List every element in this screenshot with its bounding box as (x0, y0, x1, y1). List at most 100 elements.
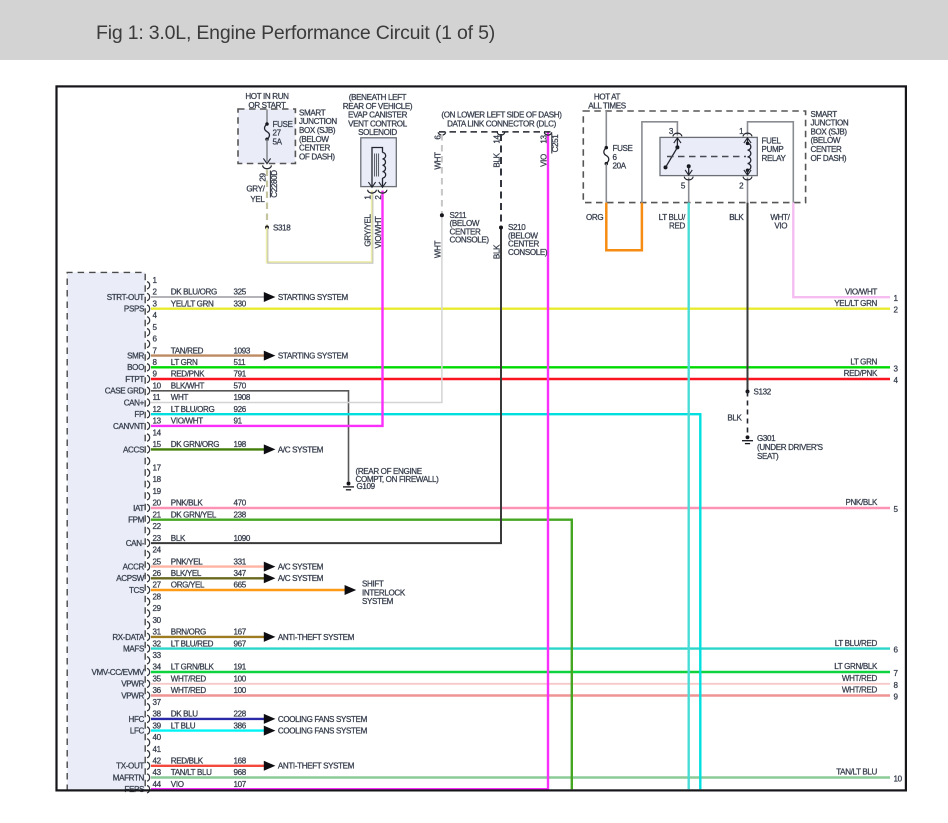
svg-text:EVAP CANISTER: EVAP CANISTER (348, 111, 408, 120)
svg-text:CAN+: CAN+ (124, 398, 145, 407)
svg-text:91: 91 (234, 417, 243, 426)
svg-text:8: 8 (894, 681, 899, 690)
svg-text:PSPS: PSPS (124, 305, 144, 314)
svg-text:VIO: VIO (774, 222, 787, 231)
svg-text:11: 11 (153, 393, 162, 402)
svg-text:SMART: SMART (811, 110, 838, 119)
svg-text:238: 238 (234, 510, 247, 519)
svg-text:27: 27 (273, 129, 282, 138)
svg-text:PUMP: PUMP (762, 145, 784, 154)
svg-text:A/C SYSTEM: A/C SYSTEM (278, 563, 324, 572)
svg-text:22: 22 (153, 522, 162, 531)
svg-text:9: 9 (153, 370, 158, 379)
svg-text:926: 926 (234, 405, 247, 414)
svg-text:G109: G109 (357, 482, 376, 491)
svg-text:331: 331 (234, 557, 247, 566)
svg-text:YEL/LT GRN: YEL/LT GRN (834, 299, 877, 308)
svg-text:C251: C251 (551, 134, 560, 153)
svg-text:WHT/RED: WHT/RED (171, 686, 207, 695)
svg-text:BLK: BLK (493, 244, 502, 259)
svg-text:(UNDER DRIVER'S: (UNDER DRIVER'S (757, 443, 823, 452)
svg-text:967: 967 (234, 639, 247, 648)
svg-text:6: 6 (153, 335, 158, 344)
svg-text:(BELOW: (BELOW (811, 136, 841, 145)
svg-text:2: 2 (894, 306, 899, 315)
svg-text:665: 665 (234, 581, 247, 590)
svg-text:WHT/RED: WHT/RED (842, 686, 878, 695)
svg-text:(ON LOWER LEFT SIDE OF DASH): (ON LOWER LEFT SIDE OF DASH) (441, 110, 562, 119)
svg-text:VIO/WHT: VIO/WHT (171, 417, 203, 426)
svg-text:1090: 1090 (234, 534, 251, 543)
svg-text:BLK/WHT: BLK/WHT (171, 382, 205, 391)
svg-text:LT GRN: LT GRN (850, 358, 877, 367)
svg-text:18: 18 (153, 475, 162, 484)
svg-text:BOX (SJB): BOX (SJB) (811, 127, 848, 136)
svg-text:OR START: OR START (248, 101, 286, 110)
svg-text:41: 41 (153, 745, 162, 754)
svg-text:WHT: WHT (171, 393, 189, 402)
svg-text:168: 168 (234, 757, 247, 766)
svg-text:CANVNT: CANVNT (113, 422, 144, 431)
svg-text:GRY/: GRY/ (246, 184, 265, 193)
svg-text:MAFS: MAFS (123, 645, 144, 654)
svg-text:191: 191 (234, 663, 247, 672)
svg-text:TX-OUT: TX-OUT (116, 762, 144, 771)
svg-text:33: 33 (153, 651, 162, 660)
svg-text:5: 5 (153, 323, 158, 332)
svg-text:VMV-CC/EVMV: VMV-CC/EVMV (92, 668, 145, 677)
svg-text:20A: 20A (613, 162, 627, 171)
svg-text:BOX (SJB): BOX (SJB) (299, 126, 336, 135)
svg-text:OF DASH): OF DASH) (299, 152, 335, 161)
svg-text:ANTI-THEFT SYSTEM: ANTI-THEFT SYSTEM (278, 762, 355, 771)
svg-text:BOO: BOO (127, 363, 144, 372)
svg-text:CONSOLE): CONSOLE) (508, 248, 548, 257)
svg-text:SHIFT: SHIFT (362, 580, 384, 589)
svg-text:ALL TIMES: ALL TIMES (588, 101, 626, 110)
svg-text:VIO/WHT: VIO/WHT (374, 216, 383, 248)
svg-text:44: 44 (153, 780, 162, 789)
svg-text:3: 3 (153, 299, 158, 308)
svg-text:7: 7 (153, 346, 158, 355)
svg-text:PNK/BLK: PNK/BLK (171, 499, 204, 508)
svg-text:BLK/YEL: BLK/YEL (171, 569, 202, 578)
svg-text:25: 25 (153, 557, 162, 566)
svg-text:ORG/YEL: ORG/YEL (171, 581, 205, 590)
svg-text:VIO/WHT: VIO/WHT (845, 287, 877, 296)
svg-text:TCS: TCS (129, 586, 144, 595)
svg-text:WHT: WHT (433, 240, 442, 258)
svg-text:791: 791 (234, 370, 247, 379)
svg-text:JUNCTION: JUNCTION (299, 117, 337, 126)
svg-text:C2280D: C2280D (270, 170, 279, 198)
svg-text:VPWR: VPWR (121, 680, 144, 689)
svg-text:HOT IN RUN: HOT IN RUN (245, 92, 289, 101)
svg-text:RED/PNK: RED/PNK (171, 370, 205, 379)
svg-text:PNK/BLK: PNK/BLK (845, 498, 878, 507)
svg-text:386: 386 (234, 721, 247, 730)
svg-text:SYSTEM: SYSTEM (362, 597, 394, 606)
svg-text:14: 14 (153, 428, 162, 437)
svg-text:LT BLU/ORG: LT BLU/ORG (171, 405, 215, 414)
svg-text:RED/BLK: RED/BLK (171, 757, 204, 766)
svg-text:13: 13 (153, 417, 162, 426)
svg-text:1: 1 (153, 276, 158, 285)
svg-text:107: 107 (234, 780, 247, 789)
svg-text:BLK: BLK (493, 152, 502, 167)
svg-text:CENTER: CENTER (811, 145, 843, 154)
svg-text:27: 27 (153, 581, 162, 590)
svg-text:(BENEATH LEFT: (BENEATH LEFT (349, 93, 407, 102)
svg-text:24: 24 (153, 546, 162, 555)
svg-text:15: 15 (153, 440, 162, 449)
svg-text:VIO: VIO (171, 780, 184, 789)
svg-text:511: 511 (234, 358, 247, 367)
svg-text:A/C SYSTEM: A/C SYSTEM (278, 445, 324, 454)
svg-text:100: 100 (234, 675, 247, 684)
svg-text:325: 325 (234, 288, 247, 297)
svg-text:37: 37 (153, 698, 162, 707)
svg-text:WHT/: WHT/ (770, 213, 790, 222)
svg-text:9: 9 (894, 693, 899, 702)
svg-text:MAFRTN: MAFRTN (113, 773, 145, 782)
svg-text:4: 4 (894, 376, 899, 385)
svg-text:100: 100 (234, 686, 247, 695)
svg-text:ACCR: ACCR (123, 563, 145, 572)
svg-text:JUNCTION: JUNCTION (811, 119, 849, 128)
